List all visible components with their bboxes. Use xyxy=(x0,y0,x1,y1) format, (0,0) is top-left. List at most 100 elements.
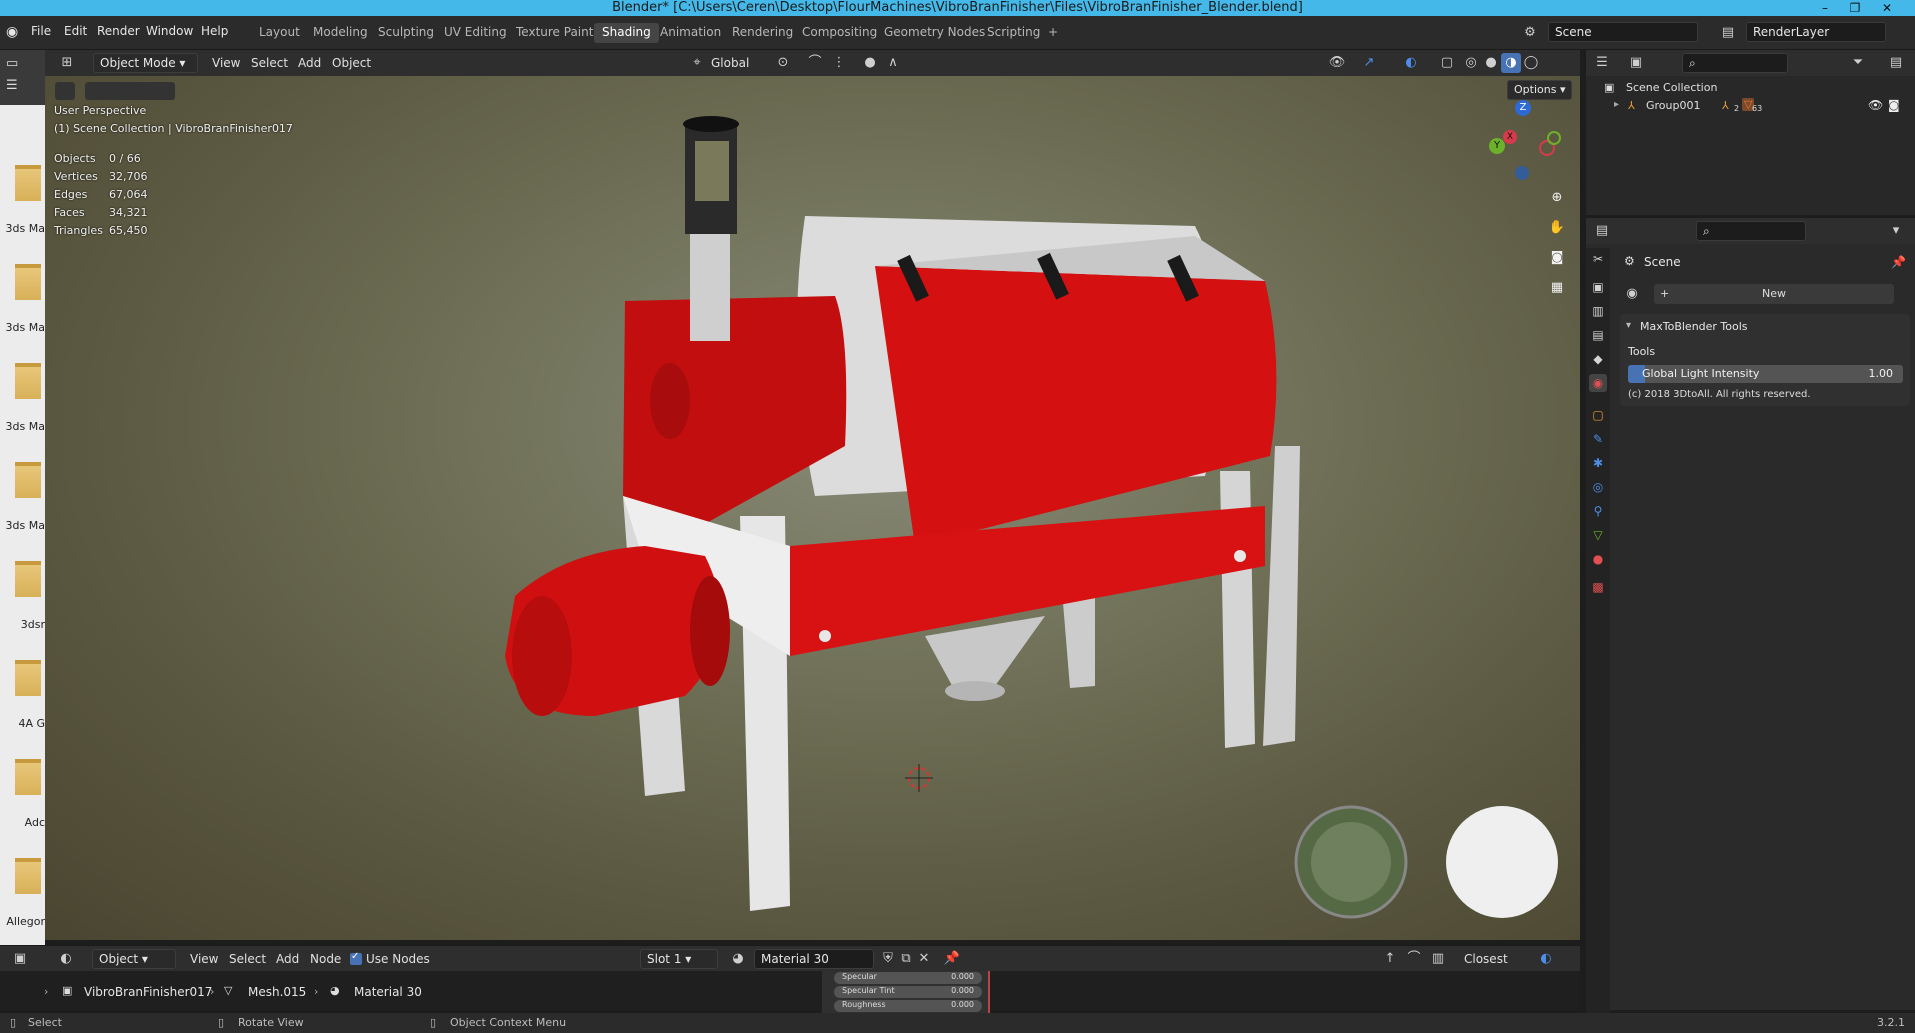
folder-icon[interactable] xyxy=(15,462,41,498)
world-tab-icon[interactable]: ◉ xyxy=(1589,374,1607,392)
view-layer-icon[interactable]: ▤ xyxy=(1718,23,1738,43)
node-menu-view[interactable]: View xyxy=(190,952,218,966)
object-type-dropdown[interactable]: Object ▾ xyxy=(92,949,176,969)
folder-icon[interactable] xyxy=(15,759,41,795)
visibility-icon[interactable]: 👁 xyxy=(1327,53,1347,73)
pan-hand-icon[interactable]: ✋ xyxy=(1547,218,1567,238)
modifier-tab-icon[interactable]: ✎ xyxy=(1589,430,1607,448)
menu-view[interactable]: View xyxy=(212,56,240,70)
blender-logo-icon[interactable]: ◉ xyxy=(6,24,18,40)
breadcrumb-material[interactable]: Material 30 xyxy=(354,985,422,999)
menu-render[interactable]: Render xyxy=(97,24,140,38)
gizmo-neg-z[interactable] xyxy=(1515,166,1529,180)
unlink-material-icon[interactable]: ✕ xyxy=(914,949,934,969)
tab-shading[interactable]: Shading xyxy=(594,23,659,43)
zoom-icon[interactable]: ⊕ xyxy=(1547,188,1567,208)
node-editor-area[interactable]: › ▣ VibroBranFinisher017 › ▽ Mesh.015 › … xyxy=(0,971,1580,1013)
global-light-intensity-slider[interactable]: Global Light Intensity 1.00 xyxy=(1628,365,1903,383)
pivot-icon[interactable]: ⊙ xyxy=(773,53,793,73)
node-socket-field[interactable]: Specular Tint 0.000 xyxy=(834,986,982,998)
eye-visibility-icon[interactable]: 👁 xyxy=(1868,98,1883,112)
render-tab-icon[interactable]: ▣ xyxy=(1589,278,1607,296)
folder-icon[interactable] xyxy=(15,264,41,300)
ortho-grid-icon[interactable]: ▦ xyxy=(1547,278,1567,298)
material-tab-icon[interactable]: ● xyxy=(1589,550,1607,568)
3d-viewport[interactable]: Options ▾ User Perspective (1) Scene Col… xyxy=(45,76,1580,940)
camera-render-icon[interactable]: ◙ xyxy=(1888,98,1900,112)
menu-object[interactable]: Object xyxy=(332,56,371,70)
filter-icon[interactable]: ⏷ xyxy=(1848,53,1868,73)
tab-rendering[interactable]: Rendering xyxy=(724,23,801,43)
add-workspace-button[interactable]: + xyxy=(1040,23,1066,43)
breadcrumb-object[interactable]: VibroBranFinisher017 xyxy=(84,985,212,999)
pin-icon[interactable]: 📌 xyxy=(1891,255,1906,269)
machine-model[interactable] xyxy=(45,76,1580,940)
scene-collection-label[interactable]: Scene Collection xyxy=(1626,81,1717,94)
outliner-editor-icon[interactable]: ☰ xyxy=(1592,53,1612,73)
collapse-arrow-icon[interactable]: ▾ xyxy=(1626,320,1631,331)
tool-tab-icon[interactable]: ✂ xyxy=(1589,250,1607,268)
menu-add[interactable]: Add xyxy=(298,56,321,70)
tab-sculpting[interactable]: Sculpting xyxy=(370,23,442,43)
camera-view-icon[interactable]: ◙ xyxy=(1547,248,1567,268)
close-button[interactable]: ✕ xyxy=(1872,0,1902,16)
node-menu-select[interactable]: Select xyxy=(229,952,266,966)
node-menu-add[interactable]: Add xyxy=(276,952,299,966)
properties-options-icon[interactable]: ▾ xyxy=(1886,221,1906,241)
folder-icon[interactable] xyxy=(15,858,41,894)
proportional-edit-icon[interactable]: ● xyxy=(860,53,880,73)
view-layer-tab-icon[interactable]: ▤ xyxy=(1589,326,1607,344)
node-socket-field[interactable]: Specular 0.000 xyxy=(834,972,982,984)
tab-compositing[interactable]: Compositing xyxy=(794,23,885,43)
list-view-icon[interactable]: ☰ xyxy=(6,78,18,93)
snap-node-icon[interactable]: ⌒ xyxy=(1404,949,1424,969)
interpolation-dropdown[interactable]: Closest xyxy=(1464,952,1508,966)
maximize-button[interactable]: ❐ xyxy=(1840,0,1870,16)
material-shading-icon[interactable]: ◑ xyxy=(1501,53,1521,73)
material-name-field[interactable]: Material 30 xyxy=(754,949,874,969)
properties-search-input[interactable]: ⌕ xyxy=(1696,221,1806,241)
snap-element-icon[interactable]: ▥ xyxy=(1428,949,1448,969)
menu-select[interactable]: Select xyxy=(251,56,288,70)
data-tab-icon[interactable]: ▽ xyxy=(1589,526,1607,544)
outliner-search-input[interactable]: ⌕ xyxy=(1682,53,1788,73)
snap-target-icon[interactable]: ⋮ xyxy=(829,53,849,73)
display-mode-icon[interactable]: ▣ xyxy=(1626,53,1646,73)
tab-animation[interactable]: Animation xyxy=(652,23,729,43)
folder-icon[interactable] xyxy=(15,561,41,597)
gizmo-toggle-icon[interactable]: ↗ xyxy=(1359,53,1379,73)
node-socket-field[interactable]: Roughness 0.000 xyxy=(834,1000,982,1012)
tab-layout[interactable]: Layout xyxy=(251,23,308,43)
scene-tab-icon[interactable]: ◆ xyxy=(1589,350,1607,368)
menu-edit[interactable]: Edit xyxy=(64,24,87,38)
folder-icon[interactable] xyxy=(15,363,41,399)
folder-icon[interactable] xyxy=(15,165,41,201)
fake-user-icon[interactable]: ⛨ xyxy=(878,949,898,969)
texture-tab-icon[interactable]: ▩ xyxy=(1589,578,1607,596)
shader-node[interactable]: Specular 0.000 Specular Tint 0.000 Rough… xyxy=(822,971,990,1013)
orientation-dropdown[interactable]: Global xyxy=(711,56,749,70)
folder-icon[interactable] xyxy=(15,660,41,696)
node-editor-type-icon[interactable]: ▣ xyxy=(10,949,30,969)
snap-icon[interactable]: ⌒ xyxy=(805,53,825,73)
rendered-shading-icon[interactable]: ◯ xyxy=(1521,53,1541,73)
output-tab-icon[interactable]: ▥ xyxy=(1589,302,1607,320)
solid-shading-icon[interactable]: ● xyxy=(1481,53,1501,73)
wireframe-shading-icon[interactable]: ◎ xyxy=(1461,53,1481,73)
breadcrumb-mesh[interactable]: Mesh.015 xyxy=(248,985,306,999)
material-browse-icon[interactable]: ◕ xyxy=(728,949,748,969)
overlay-node-icon[interactable]: ◐ xyxy=(1536,949,1556,969)
tab-texture-paint[interactable]: Texture Paint xyxy=(508,23,601,43)
physics-tab-icon[interactable]: ◎ xyxy=(1589,478,1607,496)
falloff-icon[interactable]: ∧ xyxy=(883,53,903,73)
scene-field[interactable]: Scene xyxy=(1548,22,1698,42)
editor-type-icon[interactable]: ⊞ xyxy=(57,53,77,73)
new-collection-icon[interactable]: ▤ xyxy=(1886,53,1906,73)
tab-modeling[interactable]: Modeling xyxy=(305,23,376,43)
slot-dropdown[interactable]: Slot 1 ▾ xyxy=(640,949,718,969)
transform-orientation-icon[interactable]: ⌖ xyxy=(687,53,707,73)
mode-dropdown[interactable]: Object Mode ▾ xyxy=(93,53,198,73)
object-tab-icon[interactable]: ▢ xyxy=(1589,406,1607,424)
new-world-button[interactable]: + New xyxy=(1654,284,1894,304)
scene-icon[interactable]: ⚙ xyxy=(1520,23,1540,43)
